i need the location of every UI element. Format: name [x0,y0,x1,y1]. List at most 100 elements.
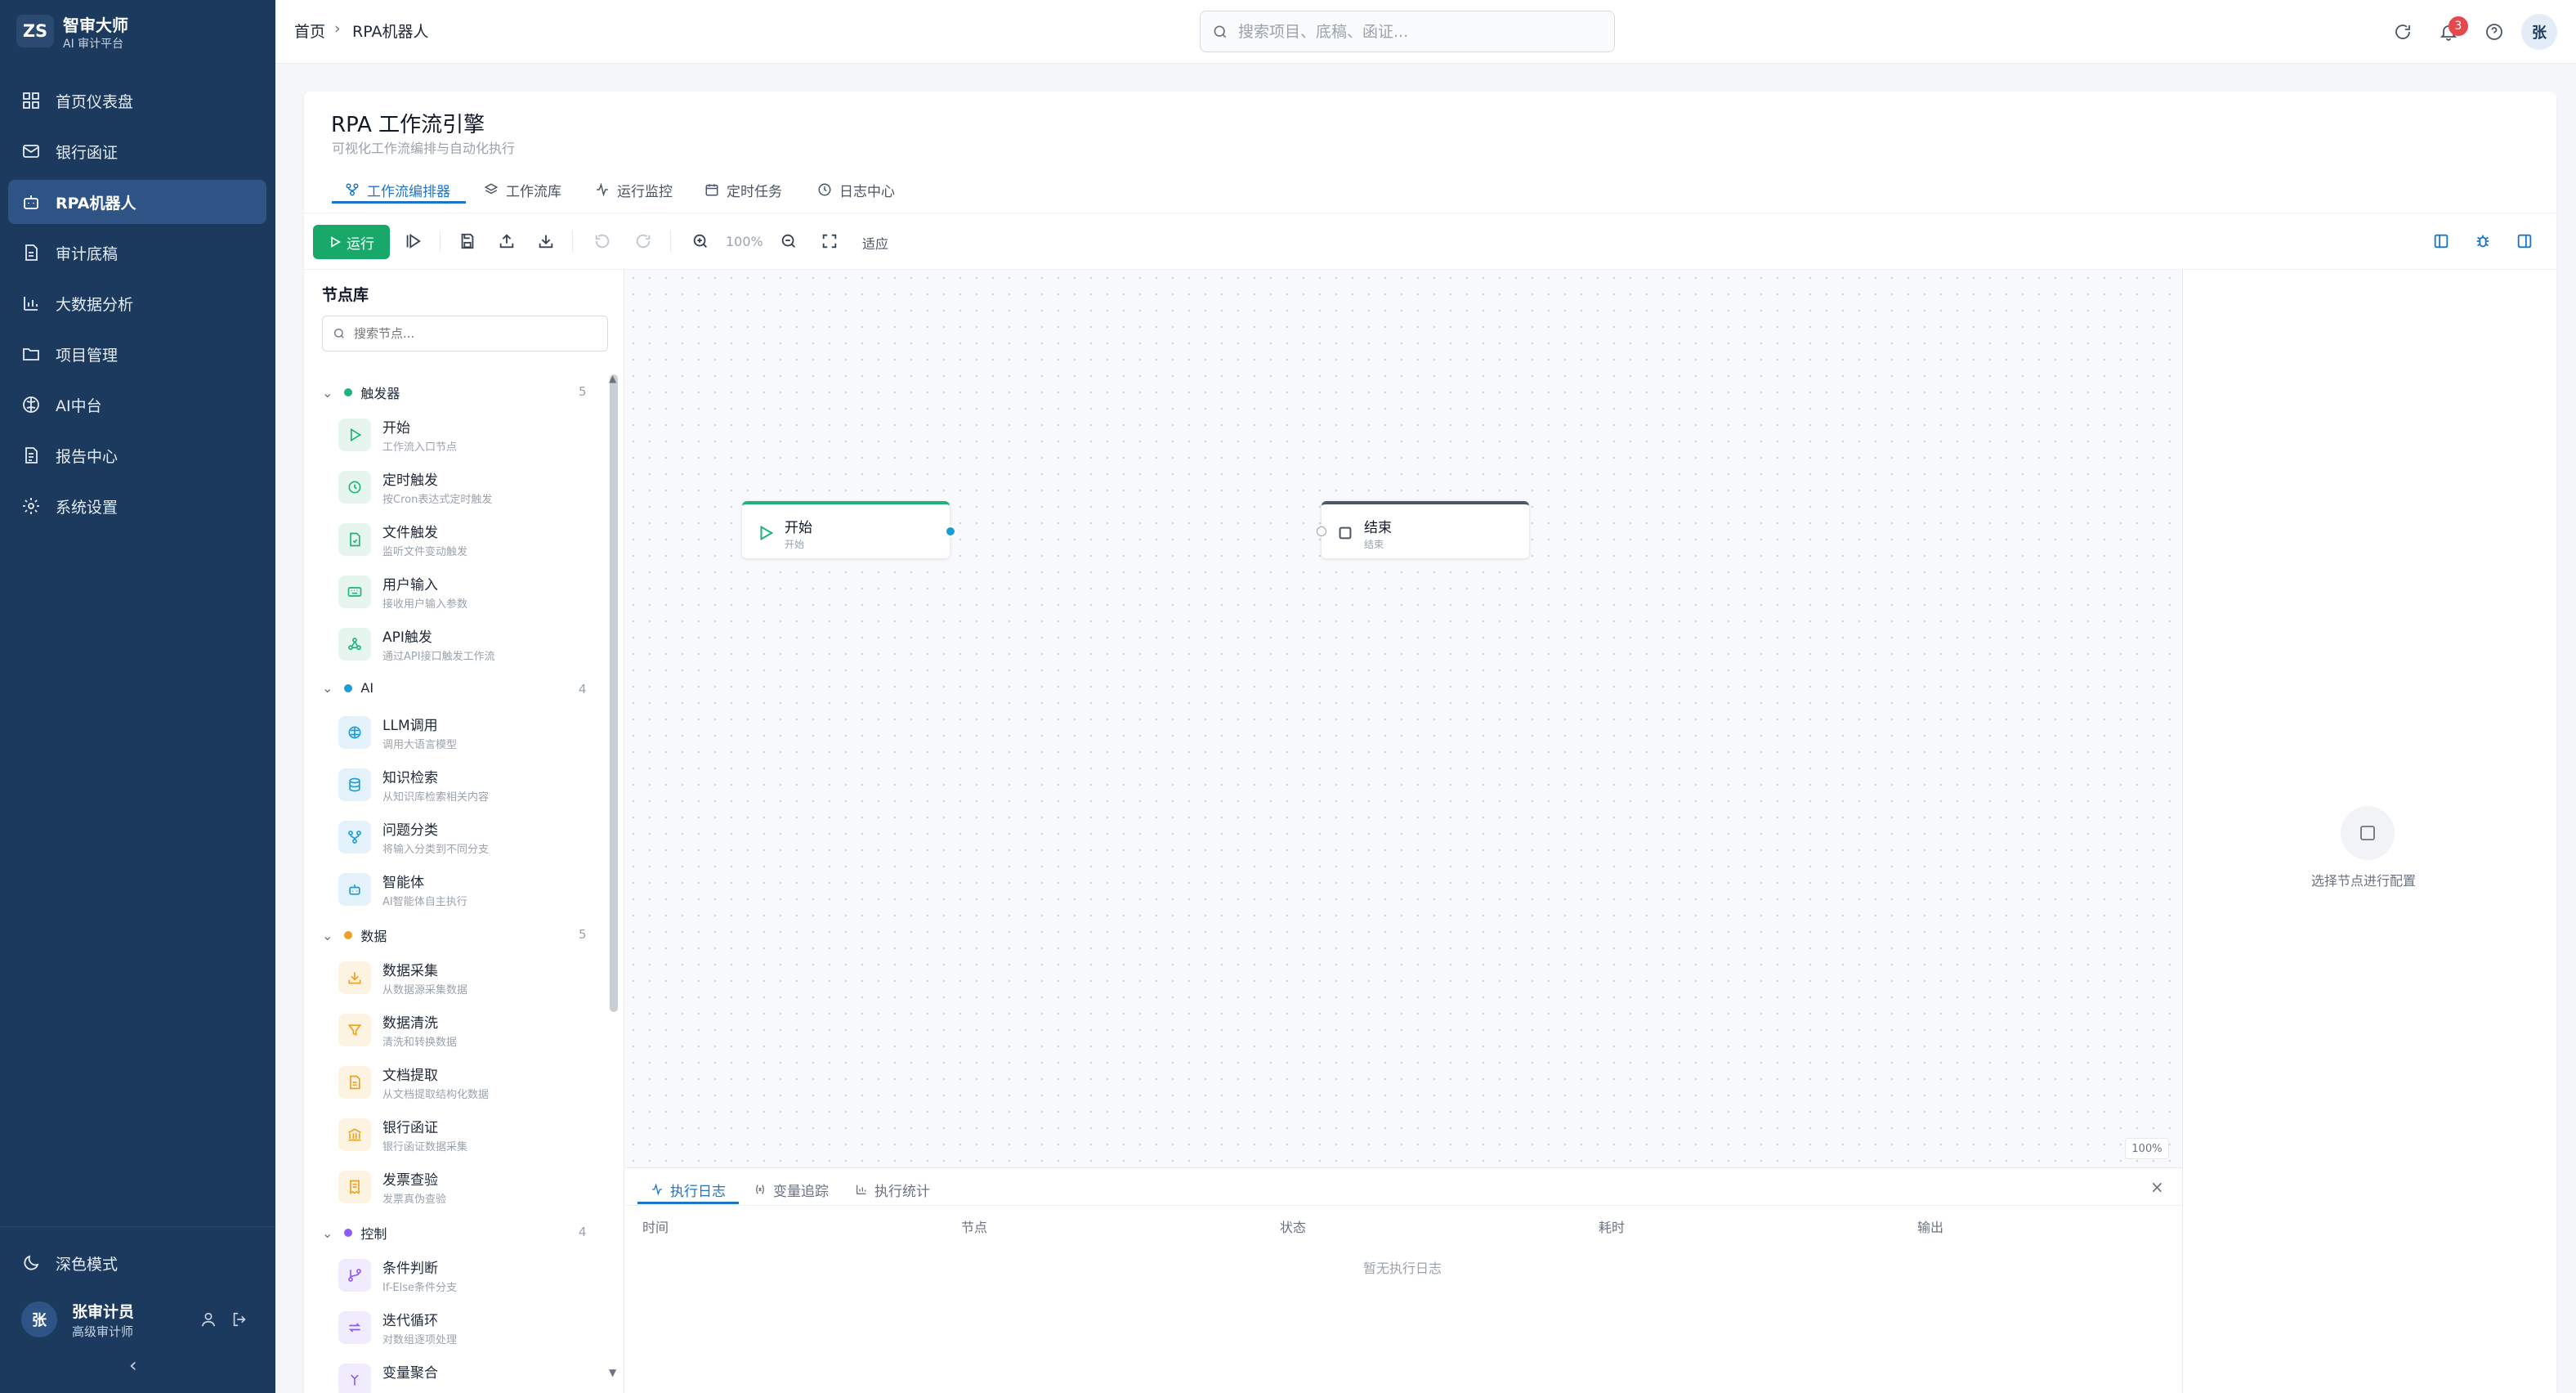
sidebar-footer [0,1226,275,1227]
user-profile-icon[interactable] [199,1310,217,1328]
sidebar-item-workpapers[interactable]: 审计底稿 [8,231,266,275]
dark-mode-toggle[interactable]: 深色模式 [8,1241,266,1285]
tab-execution-log[interactable]: 执行日志 [651,1177,726,1202]
node-item-question-classifier[interactable]: 问题分类 将输入分类到不同分支 [338,813,600,862]
toolbar-divider [670,231,671,252]
merge-icon [338,1364,371,1393]
input-port[interactable] [1317,526,1326,536]
tab-variable-trace[interactable]: 变量追踪 [754,1177,829,1202]
search-icon [1214,25,1227,38]
scroll-up-arrow[interactable]: ▲ [609,373,616,384]
tab-workflow-editor[interactable]: 工作流编排器 [345,177,450,203]
node-item-loop[interactable]: 迭代循环 对数组逐项处理 [338,1303,600,1352]
global-search[interactable] [1200,11,1615,52]
node-item-api-trigger[interactable]: API触发 通过API接口触发工作流 [338,620,600,669]
sidebar-item-ai-center[interactable]: AI中台 [8,383,266,427]
sidebar-item-projects[interactable]: 项目管理 [8,332,266,376]
node-item-knowledge-retrieval[interactable]: 知识检索 从知识库检索相关内容 [338,760,600,809]
panel-right-icon [2517,234,2532,249]
node-description: AI智能体自主执行 [382,896,467,908]
node-item-variable-aggregation[interactable]: 变量聚合 [338,1355,600,1393]
database-icon [338,768,371,801]
undo-icon [595,234,610,249]
redo-button[interactable] [629,227,657,255]
step-run-button[interactable] [399,227,427,255]
sidebar-item-settings[interactable]: 系统设置 [8,484,266,528]
zoom-in-icon [693,234,707,248]
library-scrollbar-thumb[interactable] [610,374,618,1012]
node-item-scheduled-trigger[interactable]: 定时触发 按Cron表达式定时触发 [338,463,600,512]
node-search-input[interactable] [354,326,599,341]
zoom-in-button[interactable] [686,227,714,255]
export-button[interactable] [493,227,521,255]
tab-log-center[interactable]: 日志中心 [817,177,895,203]
node-item-invoice-verification[interactable]: 发票查验 发票真伪查验 [338,1162,600,1212]
node-item-user-input[interactable]: 用户输入 接收用户输入参数 [338,567,600,616]
category-control[interactable]: ⌄ 控制 [322,1223,387,1243]
node-item-agent[interactable]: 智能体 AI智能体自主执行 [338,865,600,914]
node-item-condition[interactable]: 条件判断 If-Else条件分支 [338,1251,600,1300]
git-branch-icon [338,1259,371,1292]
folder-icon [23,348,39,361]
user-avatar[interactable]: 张 [21,1301,57,1337]
node-item-file-trigger[interactable]: 文件触发 监听文件变动触发 [338,515,600,564]
output-port[interactable] [945,526,956,537]
node-item-data-collection[interactable]: 数据采集 从数据源采集数据 [338,953,600,1002]
scroll-down-arrow[interactable]: ▼ [609,1367,616,1378]
toggle-left-panel-button[interactable] [2427,227,2455,255]
category-ai[interactable]: ⌄ AI [322,680,373,696]
canvas-node-end[interactable]: 结束 结束 [1322,501,1529,558]
tab-label: 定时任务 [727,183,782,200]
bar-chart-icon [856,1185,866,1194]
node-library-title: 节点库 [322,286,369,304]
fit-view-button[interactable]: 适应 [862,233,888,253]
workflow-canvas[interactable] [625,270,2182,1167]
fullscreen-button[interactable] [816,227,843,255]
gear-icon [23,498,39,514]
sidebar-item-rpa[interactable]: RPA机器人 [8,180,266,224]
tab-label: 执行日志 [670,1183,726,1200]
node-item-bank-confirmation[interactable]: 银行函证 银行函证数据采集 [338,1110,600,1159]
category-data[interactable]: ⌄ 数据 [322,925,387,945]
tab-run-monitor[interactable]: 运行监控 [595,177,673,203]
canvas-node-start[interactable]: 开始 开始 [742,501,950,558]
close-log-panel-button[interactable]: × [2150,1177,2164,1197]
node-search[interactable] [322,316,608,352]
node-description: 从文档提取结构化数据 [382,1089,490,1101]
zoom-out-button[interactable] [775,227,803,255]
mail-icon [23,145,39,158]
node-item-document-extraction[interactable]: 文档提取 从文档提取结构化数据 [338,1058,600,1107]
help-button[interactable] [2480,18,2508,46]
debug-button[interactable] [2469,227,2497,255]
tab-scheduled-tasks[interactable]: 定时任务 [704,177,782,203]
sidebar-collapse-button[interactable]: ‹ [129,1354,137,1377]
breadcrumb-home[interactable]: 首页 [294,20,325,42]
toggle-right-panel-button[interactable] [2511,227,2538,255]
sidebar-item-dashboard[interactable]: 首页仪表盘 [8,78,266,123]
import-button[interactable] [532,227,560,255]
category-triggers[interactable]: ⌄ 触发器 [322,383,400,402]
sidebar-item-bank-confirmation[interactable]: 银行函证 [8,129,266,173]
tab-label: 工作流库 [506,183,561,200]
sidebar-item-analytics[interactable]: 大数据分析 [8,281,266,325]
node-title: 用户输入 [382,577,438,593]
user-avatar[interactable]: 张 [2521,14,2557,50]
chevron-down-icon: ⌄ [322,384,333,401]
node-item-start[interactable]: 开始 工作流入口节点 [338,410,600,459]
category-name: 触发器 [360,386,400,401]
save-button[interactable] [454,227,481,255]
node-item-llm-call[interactable]: LLM调用 调用大语言模型 [338,708,600,757]
sidebar-item-reports[interactable]: 报告中心 [8,433,266,477]
node-title: 数据采集 [382,963,438,979]
refresh-button[interactable] [2389,18,2417,46]
empty-state-icon-wrap [2341,806,2395,860]
tab-label: 运行监控 [617,183,673,200]
logout-icon[interactable] [230,1310,248,1328]
tab-execution-stats[interactable]: 执行统计 [855,1177,930,1202]
undo-button[interactable] [588,227,616,255]
node-item-data-cleaning[interactable]: 数据清洗 清洗和转换数据 [338,1006,600,1055]
run-button[interactable]: 运行 [313,225,390,259]
search-input[interactable] [1238,22,1581,41]
chevron-down-icon: ⌄ [322,927,333,943]
tab-workflow-library[interactable]: 工作流库 [484,177,561,203]
